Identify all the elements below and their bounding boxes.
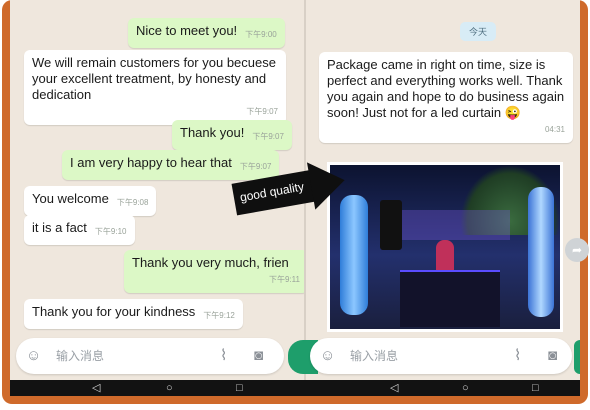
smiley-icon[interactable]: ☺	[320, 347, 335, 365]
message-input[interactable]: 输入消息	[56, 347, 104, 364]
chat-screens: Nice to meet you! 下午9:00 We will remain c…	[10, 0, 580, 396]
message-text: Thank you for your kindness	[32, 304, 196, 319]
speaker-shape	[380, 200, 402, 250]
paperclip-icon[interactable]: ⌇	[220, 347, 227, 365]
message-text: Package came in right on time, size is p…	[327, 57, 565, 120]
message-time: 下午9:07	[239, 162, 272, 171]
message-incoming: Package came in right on time, size is p…	[319, 52, 573, 143]
smiley-icon[interactable]: ☺	[26, 347, 41, 365]
message-text: Thank you very much, frien	[132, 255, 289, 270]
android-nav-bar: ◁ ○ □ ◁ ○ □	[10, 380, 580, 396]
message-text: Thank you!	[180, 125, 245, 140]
message-composer[interactable]: ☺ 输入消息 ⌇ ◙	[310, 338, 572, 374]
recents-icon[interactable]: □	[236, 381, 243, 395]
message-text: You welcome	[32, 191, 109, 206]
message-input[interactable]: 输入消息	[350, 347, 398, 364]
message-time: 下午9:12	[203, 311, 235, 320]
light-column	[528, 187, 554, 317]
date-label: 今天	[460, 22, 497, 41]
camera-icon[interactable]: ◙	[548, 347, 557, 365]
message-time: 下午9:08	[116, 198, 149, 207]
message-text: Nice to meet you!	[136, 23, 238, 38]
message-incoming: Thank you for your kindness 下午9:12	[24, 299, 243, 329]
message-incoming: it is a fact 下午9:10	[24, 215, 135, 245]
message-outgoing: Thank you very much, frien 下午9:11	[124, 250, 305, 293]
paperclip-icon[interactable]: ⌇	[514, 347, 521, 365]
message-text: We will remain customers for you becuese…	[32, 55, 276, 102]
light-column	[340, 195, 368, 315]
photo-message[interactable]	[327, 162, 563, 332]
message-time: 下午9:10	[94, 227, 127, 236]
message-outgoing: Nice to meet you! 下午9:00	[128, 18, 285, 48]
camera-icon[interactable]: ◙	[254, 347, 263, 365]
message-time: 下午9:00	[245, 30, 277, 39]
message-time: 下午9:07	[246, 107, 278, 116]
message-incoming: We will remain customers for you becuese…	[24, 50, 286, 125]
back-icon[interactable]: ◁	[390, 381, 398, 395]
back-icon[interactable]: ◁	[92, 381, 100, 395]
message-incoming: You welcome 下午9:08	[24, 186, 157, 216]
message-text: I am very happy to hear that	[70, 155, 232, 170]
send-button[interactable]	[574, 340, 580, 374]
message-time: 下午9:07	[252, 132, 284, 141]
message-text: it is a fact	[32, 220, 87, 235]
forward-arrow-icon[interactable]: ➦	[565, 238, 589, 262]
message-outgoing: Thank you! 下午9:07	[172, 120, 292, 150]
message-time: 下午9:11	[269, 275, 300, 284]
dj-booth-shape	[400, 270, 500, 327]
right-chat-panel[interactable]: 今天 Package came in right on time, size i…	[305, 0, 580, 335]
home-icon[interactable]: ○	[166, 381, 173, 395]
left-chat-panel[interactable]: Nice to meet you! 下午9:00 We will remain c…	[10, 0, 305, 335]
dj-figure	[436, 240, 454, 272]
message-composer[interactable]: ☺ 输入消息 ⌇ ◙	[16, 338, 284, 374]
screenshot-frame: Nice to meet you! 下午9:00 We will remain c…	[0, 0, 590, 410]
home-icon[interactable]: ○	[462, 381, 469, 395]
led-wall-shape	[390, 210, 510, 240]
recents-icon[interactable]: □	[532, 381, 539, 395]
message-time: 04:31	[544, 125, 565, 134]
